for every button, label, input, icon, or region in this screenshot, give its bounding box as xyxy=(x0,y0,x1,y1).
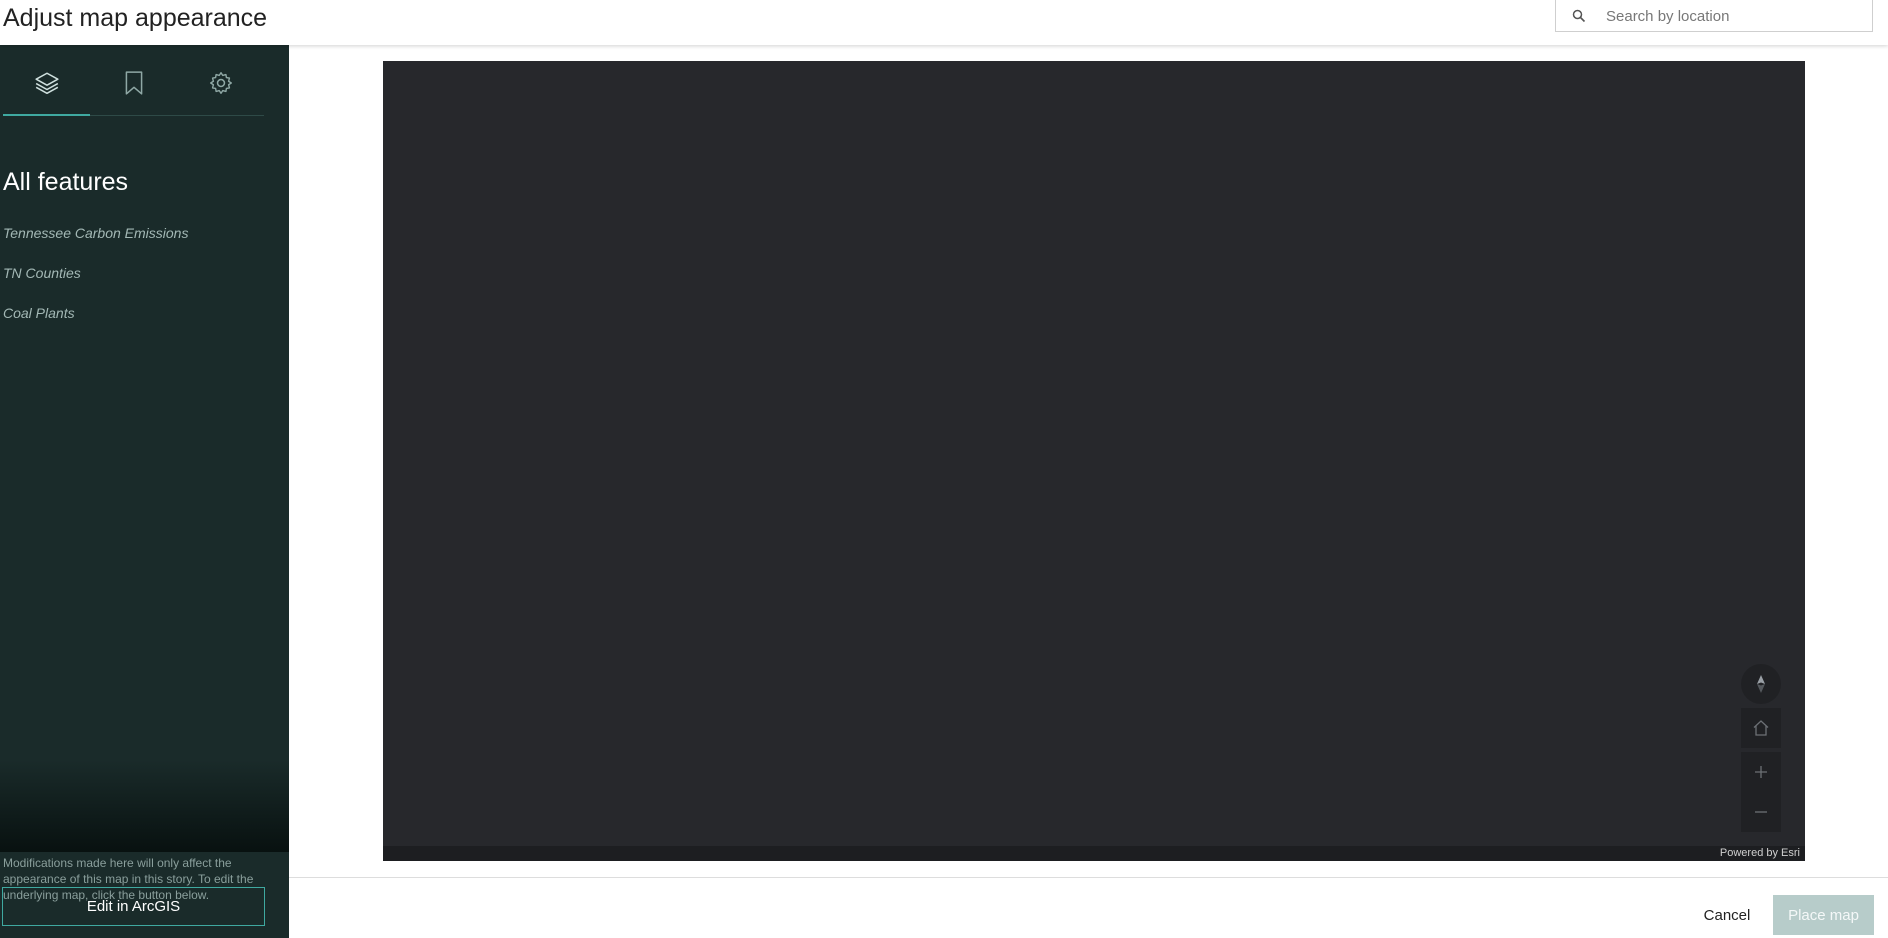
sidebar-fade xyxy=(0,760,289,852)
gear-icon xyxy=(209,72,232,94)
footer-divider xyxy=(289,877,1888,878)
attribution-text[interactable]: Powered by Esri xyxy=(1720,846,1800,861)
home-icon xyxy=(1753,720,1769,736)
map-view[interactable]: Powered by Esri xyxy=(383,61,1805,861)
layers-icon xyxy=(34,72,59,95)
zoom-in-icon xyxy=(1755,766,1767,778)
edit-in-arcgis-button[interactable]: Edit in ArcGIS xyxy=(2,887,265,926)
attribution-bar: Powered by Esri xyxy=(383,846,1805,861)
header: Adjust map appearance xyxy=(0,0,1888,45)
zoom-out-icon xyxy=(1755,811,1767,813)
tab-layers[interactable] xyxy=(3,55,90,111)
sidebar: All features Tennessee Carbon Emissions … xyxy=(0,45,289,938)
page-title: Adjust map appearance xyxy=(3,4,268,32)
active-tab-indicator xyxy=(3,114,90,116)
place-map-button[interactable]: Place map xyxy=(1773,895,1874,935)
search-icon xyxy=(1572,9,1586,23)
compass-button[interactable] xyxy=(1741,664,1781,704)
layer-item[interactable]: Coal Plants xyxy=(3,305,75,321)
search-input[interactable] xyxy=(1604,1,1868,31)
layer-item[interactable]: TN Counties xyxy=(3,265,81,281)
section-heading: All features xyxy=(3,168,129,196)
tab-bookmarks[interactable] xyxy=(90,55,177,111)
layer-item[interactable]: Tennessee Carbon Emissions xyxy=(3,225,188,241)
home-button[interactable] xyxy=(1741,708,1781,748)
zoom-in-button[interactable] xyxy=(1741,752,1781,792)
zoom-out-button[interactable] xyxy=(1741,792,1781,832)
search-box[interactable] xyxy=(1555,0,1873,32)
bookmark-icon xyxy=(125,71,142,95)
cancel-button[interactable]: Cancel xyxy=(1692,895,1762,935)
compass-icon xyxy=(1757,675,1765,693)
tab-settings[interactable] xyxy=(177,55,264,111)
